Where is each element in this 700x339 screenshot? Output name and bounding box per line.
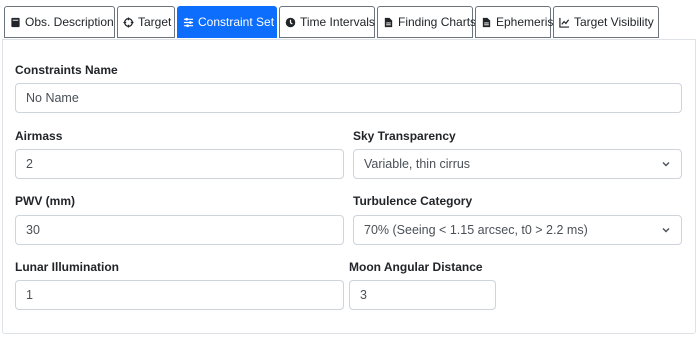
tab-target[interactable]: Target (117, 6, 175, 38)
turbulence-label: Turbulence Category (353, 194, 473, 208)
airmass-label: Airmass (15, 129, 63, 143)
tab-finding-charts[interactable]: Finding Charts (377, 6, 477, 38)
constraints-name-input[interactable]: No Name (15, 83, 682, 113)
chevron-down-icon (662, 228, 670, 233)
lunar-illumination-label: Lunar Illumination (15, 260, 119, 274)
clock-icon (285, 17, 296, 27)
book-icon (11, 17, 20, 27)
pwv-label: PWV (mm) (15, 194, 75, 208)
sky-transparency-label: Sky Transparency (353, 129, 456, 143)
turbulence-select[interactable]: 70% (Seeing < 1.15 arcsec, t0 > 2.2 ms) (353, 215, 682, 245)
tab-ephemeris[interactable]: Ephemeris (475, 6, 554, 38)
sky-transparency-value: Variable, thin cirrus (364, 157, 471, 171)
tab-target-visibility[interactable]: Target Visibility (553, 6, 659, 38)
tab-label: Obs. Description (25, 15, 114, 29)
tab-time-intervals[interactable]: Time Intervals (279, 6, 375, 38)
tab-label: Time Intervals (300, 15, 375, 29)
crosshair-icon (123, 16, 134, 28)
chevron-down-icon (662, 162, 670, 167)
tab-obs-description[interactable]: Obs. Description (4, 6, 115, 38)
file-icon (482, 17, 491, 27)
lunar-illumination-input[interactable]: 1 (15, 280, 344, 310)
tab-bar: Obs. Description Target Constraint Set T… (4, 6, 659, 38)
tab-label: Constraint Set (198, 15, 275, 29)
moon-distance-label: Moon Angular Distance (349, 260, 483, 274)
sliders-icon (183, 17, 194, 27)
sky-transparency-select[interactable]: Variable, thin cirrus (353, 149, 682, 179)
document-icon (384, 17, 393, 27)
line-chart-icon (559, 17, 570, 28)
pwv-input[interactable]: 30 (15, 215, 344, 245)
turbulence-value: 70% (Seeing < 1.15 arcsec, t0 > 2.2 ms) (364, 223, 588, 237)
tab-constraint-set[interactable]: Constraint Set (177, 6, 277, 38)
tab-label: Target (138, 15, 172, 29)
moon-distance-input[interactable]: 3 (349, 280, 496, 310)
tab-label: Finding Charts (398, 15, 477, 29)
tab-label: Target Visibility (574, 15, 654, 29)
constraints-name-label: Constraints Name (15, 63, 118, 77)
airmass-input[interactable]: 2 (15, 149, 344, 179)
tab-label: Ephemeris (496, 15, 554, 29)
